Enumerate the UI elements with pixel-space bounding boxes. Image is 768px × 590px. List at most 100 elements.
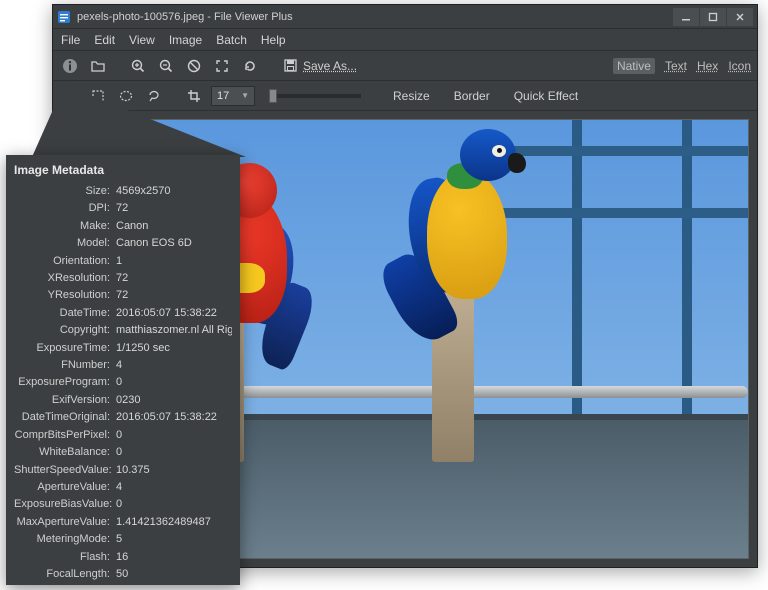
metadata-key: ExifVersion: xyxy=(14,392,116,409)
metadata-value: 0 xyxy=(116,427,232,444)
info-icon[interactable] xyxy=(59,55,81,77)
open-folder-icon[interactable] xyxy=(87,55,109,77)
marquee-select-icon[interactable] xyxy=(87,85,109,107)
border-button[interactable]: Border xyxy=(454,89,490,103)
lasso-select-icon[interactable] xyxy=(143,85,165,107)
minimize-button[interactable] xyxy=(673,8,699,26)
metadata-row: SubsecTimeOriginal:96 xyxy=(14,583,232,585)
image-content xyxy=(392,123,557,323)
metadata-value: 72 xyxy=(116,270,232,287)
metadata-key: DateTime: xyxy=(14,305,116,322)
metadata-row: Size:4569x2570 xyxy=(14,183,232,200)
metadata-value: 72 xyxy=(116,287,232,304)
titlebar[interactable]: pexels-photo-100576.jpeg - File Viewer P… xyxy=(53,5,757,29)
metadata-key: XResolution: xyxy=(14,270,116,287)
metadata-row: Make:Canon xyxy=(14,218,232,235)
metadata-key: FNumber: xyxy=(14,357,116,374)
metadata-row: ExposureProgram:0 xyxy=(14,374,232,391)
crop-icon[interactable] xyxy=(183,85,205,107)
close-button[interactable] xyxy=(727,8,753,26)
metadata-value: 0 xyxy=(116,496,232,513)
metadata-row: Orientation:1 xyxy=(14,253,232,270)
metadata-value: 1/1250 sec xyxy=(116,340,232,357)
metadata-key: ExposureBiasValue: xyxy=(14,496,116,513)
metadata-key: Model: xyxy=(14,235,116,252)
resize-button[interactable]: Resize xyxy=(393,89,430,103)
metadata-key: Orientation: xyxy=(14,253,116,270)
metadata-value: 16 xyxy=(116,549,232,566)
ellipse-select-icon[interactable] xyxy=(115,85,137,107)
quick-effect-button[interactable]: Quick Effect xyxy=(514,89,578,103)
metadata-row: Copyright:matthiaszomer.nl All Rights Re… xyxy=(14,322,232,339)
metadata-value: 96 xyxy=(116,583,232,585)
metadata-key: ExposureTime: xyxy=(14,340,116,357)
metadata-value: 4 xyxy=(116,357,232,374)
metadata-value: 1 xyxy=(116,253,232,270)
metadata-value: 0 xyxy=(116,374,232,391)
toolbar-primary: Save As... Native Text Hex Icon xyxy=(53,51,757,81)
metadata-key: Copyright: xyxy=(14,322,116,339)
metadata-row: DPI:72 xyxy=(14,200,232,217)
metadata-value: 0 xyxy=(116,444,232,461)
metadata-value: 1.41421362489487 xyxy=(116,514,232,531)
metadata-key: MaxApertureValue: xyxy=(14,514,116,531)
menu-help[interactable]: Help xyxy=(261,33,286,47)
metadata-key: DPI: xyxy=(14,200,116,217)
save-as-label: Save As... xyxy=(303,59,357,73)
menubar: File Edit View Image Batch Help xyxy=(53,29,757,51)
metadata-key: ShutterSpeedValue: xyxy=(14,462,116,479)
metadata-row: FocalLength:50 xyxy=(14,566,232,583)
metadata-key: Flash: xyxy=(14,549,116,566)
metadata-value: 4569x2570 xyxy=(116,183,232,200)
metadata-key: Size: xyxy=(14,183,116,200)
refresh-icon[interactable] xyxy=(239,55,261,77)
metadata-key: ApertureValue: xyxy=(14,479,116,496)
metadata-value: 10.375 xyxy=(116,462,232,479)
metadata-row: ExposureBiasValue:0 xyxy=(14,496,232,513)
metadata-key: DateTimeOriginal: xyxy=(14,409,116,426)
viewmode-text[interactable]: Text xyxy=(665,59,687,73)
metadata-key: ComprBitsPerPixel: xyxy=(14,427,116,444)
zoom-actual-icon[interactable] xyxy=(183,55,205,77)
window-title: pexels-photo-100576.jpeg - File Viewer P… xyxy=(77,11,673,23)
viewmode-hex[interactable]: Hex xyxy=(697,59,718,73)
viewmode-native[interactable]: Native xyxy=(613,58,655,74)
metadata-value: 0230 xyxy=(116,392,232,409)
metadata-panel: Image Metadata Size:4569x2570DPI:72Make:… xyxy=(6,155,240,585)
metadata-key: YResolution: xyxy=(14,287,116,304)
pan-hand-icon[interactable] xyxy=(59,85,81,107)
zoom-in-icon[interactable] xyxy=(127,55,149,77)
maximize-button[interactable] xyxy=(700,8,726,26)
fit-screen-icon[interactable] xyxy=(211,55,233,77)
menu-view[interactable]: View xyxy=(129,33,155,47)
zoom-out-icon[interactable] xyxy=(155,55,177,77)
metadata-row: ExifVersion:0230 xyxy=(14,392,232,409)
menu-file[interactable]: File xyxy=(61,33,80,47)
metadata-row: MaxApertureValue:1.41421362489487 xyxy=(14,514,232,531)
zoom-slider[interactable] xyxy=(269,94,361,98)
metadata-row: YResolution:72 xyxy=(14,287,232,304)
metadata-key: FocalLength: xyxy=(14,566,116,583)
app-icon xyxy=(57,10,71,24)
metadata-heading: Image Metadata xyxy=(14,163,232,177)
toolbar-secondary: 17 ▼ Resize Border Quick Effect xyxy=(53,81,757,111)
metadata-value: 50 xyxy=(116,566,232,583)
zoom-percent-dropdown[interactable]: 17 ▼ xyxy=(211,86,255,106)
metadata-value: Canon EOS 6D xyxy=(116,235,232,252)
metadata-row: MeteringMode:5 xyxy=(14,531,232,548)
metadata-value: 4 xyxy=(116,479,232,496)
metadata-value: matthiaszomer.nl All Rights Res xyxy=(116,322,232,339)
view-mode-switcher: Native Text Hex Icon xyxy=(613,58,751,74)
metadata-key: SubsecTimeOriginal: xyxy=(14,583,116,585)
menu-image[interactable]: Image xyxy=(169,33,202,47)
metadata-key: ExposureProgram: xyxy=(14,374,116,391)
metadata-row: DateTimeOriginal:2016:05:07 15:38:22 xyxy=(14,409,232,426)
metadata-value: 72 xyxy=(116,200,232,217)
menu-edit[interactable]: Edit xyxy=(94,33,115,47)
save-as-button[interactable]: Save As... xyxy=(283,58,357,73)
zoom-slider-knob[interactable] xyxy=(269,89,277,103)
chevron-down-icon: ▼ xyxy=(241,91,249,100)
metadata-row: Flash:16 xyxy=(14,549,232,566)
menu-batch[interactable]: Batch xyxy=(216,33,247,47)
viewmode-icon[interactable]: Icon xyxy=(728,59,751,73)
